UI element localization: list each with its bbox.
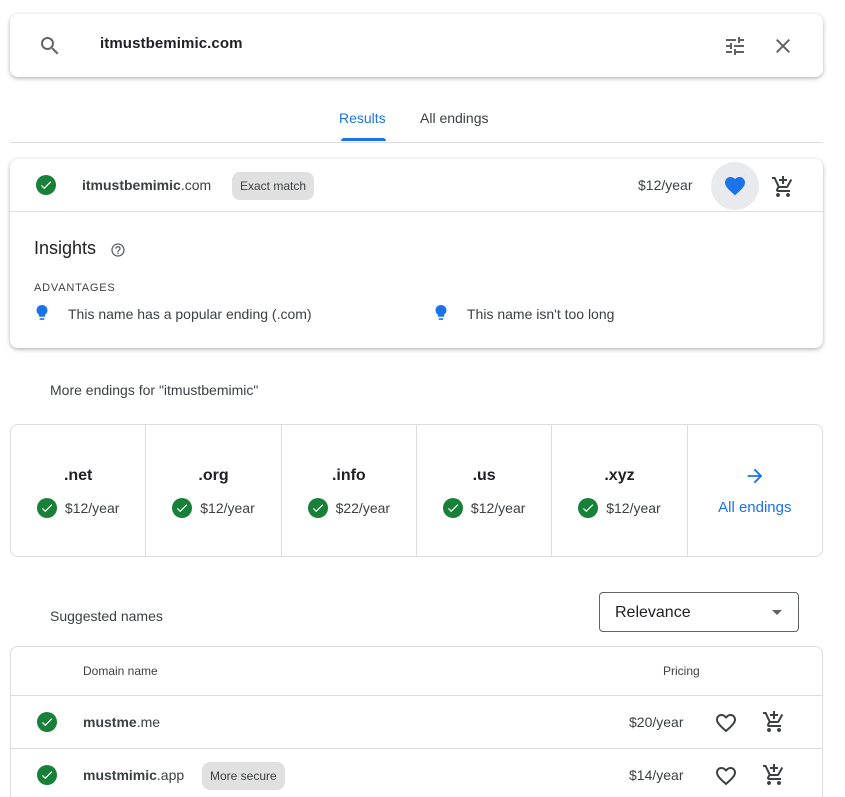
filter-settings-icon[interactable] (721, 32, 749, 60)
heart-outline-icon (716, 714, 736, 733)
add-to-cart-button[interactable] (760, 761, 788, 789)
available-check-icon (36, 175, 56, 195)
domain-sld: itmustbemimic (82, 177, 181, 193)
favorite-button[interactable] (713, 763, 739, 789)
exact-match-row[interactable]: itmustbemimic.com Exact match $12/year (10, 159, 823, 212)
search-icon[interactable] (38, 34, 62, 58)
suggested-names-table: Domain name Pricing mustme.me $20/year m… (10, 646, 823, 797)
domain-sld: mustme (83, 714, 137, 730)
ending-extension: .us (472, 467, 496, 484)
ending-price: $12/year (200, 500, 255, 516)
heart-outline-icon (716, 767, 736, 786)
help-icon[interactable] (110, 242, 126, 258)
lightbulb-icon (36, 305, 50, 321)
ending-card-us[interactable]: .us $12/year (417, 425, 553, 556)
sort-select[interactable]: Relevance (599, 592, 799, 632)
more-endings-grid: .net $12/year .org $12/year .info $22/ye… (10, 424, 823, 557)
ending-card-xyz[interactable]: .xyz $12/year (552, 425, 688, 556)
domain-name: mustmimic.app (83, 767, 184, 783)
table-row[interactable]: mustmimic.app More secure $14/year (11, 749, 822, 797)
add-cart-icon (763, 711, 784, 732)
domain-tld: .com (180, 177, 212, 193)
heart-filled-icon (725, 177, 745, 196)
active-tab-indicator (341, 138, 386, 141)
all-endings-link[interactable]: All endings (688, 425, 822, 556)
advantage-text: This name isn't too long (467, 306, 615, 322)
available-check-icon (307, 498, 328, 518)
ending-price: $12/year (606, 500, 661, 516)
insights-title: Insights (34, 238, 97, 258)
ending-price: $12/year (64, 500, 120, 516)
more-secure-badge: More secure (202, 762, 285, 790)
add-cart-icon (763, 764, 784, 785)
dropdown-arrow-icon (772, 610, 782, 615)
domain-name: mustme.me (83, 714, 160, 730)
ending-extension: .org (198, 467, 229, 484)
available-check-icon (37, 712, 57, 732)
ending-price: $22/year (335, 500, 391, 516)
tab-all-endings[interactable]: All endings (420, 110, 489, 126)
add-to-cart-button[interactable] (760, 708, 788, 736)
tab-bar: Results All endings (10, 100, 823, 143)
favorite-button[interactable] (713, 710, 739, 736)
price: $20/year (629, 714, 684, 730)
domain-tld: .app (156, 767, 185, 783)
column-header-domain: Domain name (83, 664, 158, 678)
available-check-icon (172, 498, 193, 518)
ending-card-org[interactable]: .org $12/year (146, 425, 282, 556)
arrow-right-icon (688, 465, 822, 492)
all-endings-label: All endings (718, 499, 792, 516)
exact-match-card: itmustbemimic.com Exact match $12/year I… (10, 159, 823, 348)
search-bar: itmustbemimic.com (10, 14, 823, 77)
price: $12/year (638, 177, 693, 193)
suggested-names-title: Suggested names (50, 608, 163, 624)
favorite-button[interactable] (711, 162, 759, 210)
add-to-cart-button[interactable] (769, 173, 797, 201)
ending-extension: .xyz (604, 467, 635, 484)
domain-sld: mustmimic (83, 767, 157, 783)
column-header-pricing: Pricing (663, 664, 700, 678)
add-cart-icon (772, 176, 793, 197)
domain-name: itmustbemimic.com (82, 177, 211, 193)
domain-tld: .me (136, 714, 161, 730)
advantages-label: ADVANTAGES (34, 282, 116, 294)
lightbulb-icon (435, 305, 449, 321)
ending-card-info[interactable]: .info $22/year (282, 425, 417, 556)
available-check-icon (578, 498, 599, 518)
more-endings-title: More endings for "itmustbemimic" (50, 382, 259, 398)
exact-match-badge: Exact match (232, 172, 315, 200)
advantage-text: This name has a popular ending (.com) (68, 306, 312, 322)
ending-price: $12/year (470, 500, 526, 516)
available-check-icon (442, 498, 463, 518)
ending-card-net[interactable]: .net $12/year (11, 425, 147, 556)
ending-extension: .net (63, 467, 93, 484)
available-check-icon (36, 498, 57, 518)
table-header: Domain name Pricing (11, 647, 822, 696)
table-row[interactable]: mustme.me $20/year (11, 696, 822, 749)
search-input[interactable]: itmustbemimic.com (100, 35, 243, 52)
sort-select-value: Relevance (615, 604, 691, 621)
price: $14/year (629, 767, 684, 783)
tab-results[interactable]: Results (339, 110, 386, 126)
ending-extension: .info (331, 467, 366, 484)
available-check-icon (37, 765, 57, 785)
close-icon[interactable] (769, 32, 797, 60)
